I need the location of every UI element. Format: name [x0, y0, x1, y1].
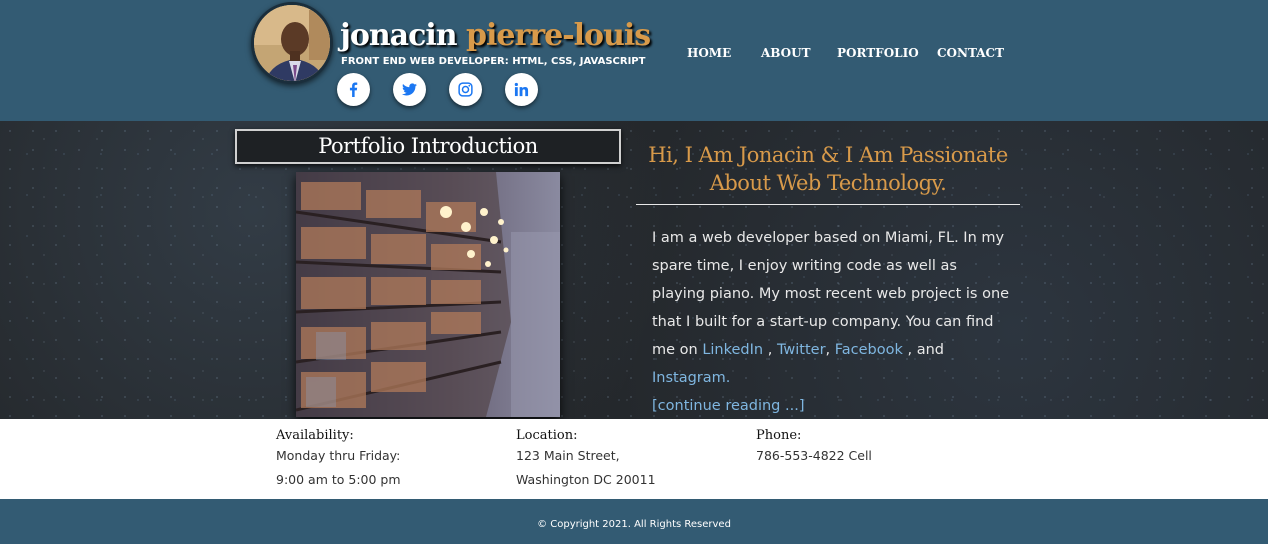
- hero-heading-line1: Hi, I Am Jonacin & I Am Passionate: [648, 143, 1008, 167]
- nav-about[interactable]: ABOUT: [761, 46, 811, 60]
- avatar: [251, 2, 333, 84]
- site-tagline: FRONT END WEB DEVELOPER: HTML, CSS, JAVA…: [341, 56, 646, 67]
- hero-body-text: I am a web developer based on Miami, FL.…: [652, 230, 1010, 358]
- separator: ,: [763, 342, 777, 358]
- twitter-icon: [402, 83, 417, 96]
- availability-days: Monday thru Friday:: [276, 448, 401, 463]
- phone-number: 786-553-4822 Cell: [756, 448, 872, 463]
- twitter-button[interactable]: [393, 73, 426, 106]
- portfolio-intro-box: Portfolio Introduction: [235, 129, 621, 164]
- linkedin-icon: [514, 82, 529, 97]
- instagram-link[interactable]: Instagram.: [652, 370, 730, 386]
- hero-divider: [636, 204, 1020, 205]
- library-image: [296, 172, 560, 417]
- site-name: jonacin pierre-louis: [340, 18, 651, 54]
- facebook-link[interactable]: Facebook: [835, 342, 903, 358]
- site-header: jonacin pierre-louis FRONT END WEB DEVEL…: [0, 0, 1268, 121]
- contact-info-strip: Availability: Monday thru Friday: 9:00 a…: [0, 419, 1268, 499]
- facebook-button[interactable]: [337, 73, 370, 106]
- availability-hours: 9:00 am to 5:00 pm: [276, 472, 401, 487]
- portfolio-intro-title: Portfolio Introduction: [318, 134, 538, 158]
- nav-portfolio[interactable]: PORTFOLIO: [837, 46, 919, 60]
- site-name-last: pierre-louis: [466, 18, 651, 53]
- continue-reading-link[interactable]: [continue reading ...]: [652, 398, 804, 414]
- hero-heading-line2: About Web Technology.: [709, 171, 947, 195]
- linkedin-link[interactable]: LinkedIn: [702, 342, 763, 358]
- linkedin-button[interactable]: [505, 73, 538, 106]
- copyright-text: © Copyright 2021. All Rights Reserved: [537, 519, 731, 530]
- separator: , and: [902, 342, 945, 358]
- separator: ,: [825, 342, 835, 358]
- site-footer: © Copyright 2021. All Rights Reserved: [0, 499, 1268, 544]
- facebook-icon: [349, 82, 358, 97]
- availability-label: Availability:: [276, 428, 354, 443]
- instagram-button[interactable]: [449, 73, 482, 106]
- site-name-first: jonacin: [340, 18, 458, 53]
- instagram-icon: [458, 82, 473, 97]
- nav-home[interactable]: HOME: [687, 46, 731, 60]
- hero-section: Portfolio Introduction Hi, I Am Jonacin …: [0, 121, 1268, 419]
- twitter-link[interactable]: Twitter: [777, 342, 826, 358]
- nav-contact[interactable]: CONTACT: [937, 46, 1004, 60]
- location-label: Location:: [516, 428, 578, 443]
- hero-heading: Hi, I Am Jonacin & I Am Passionate About…: [636, 141, 1020, 197]
- location-city: Washington DC 20011: [516, 472, 656, 487]
- hero-paragraph: I am a web developer based on Miami, FL.…: [652, 224, 1012, 420]
- location-street: 123 Main Street,: [516, 448, 620, 463]
- phone-label: Phone:: [756, 428, 802, 443]
